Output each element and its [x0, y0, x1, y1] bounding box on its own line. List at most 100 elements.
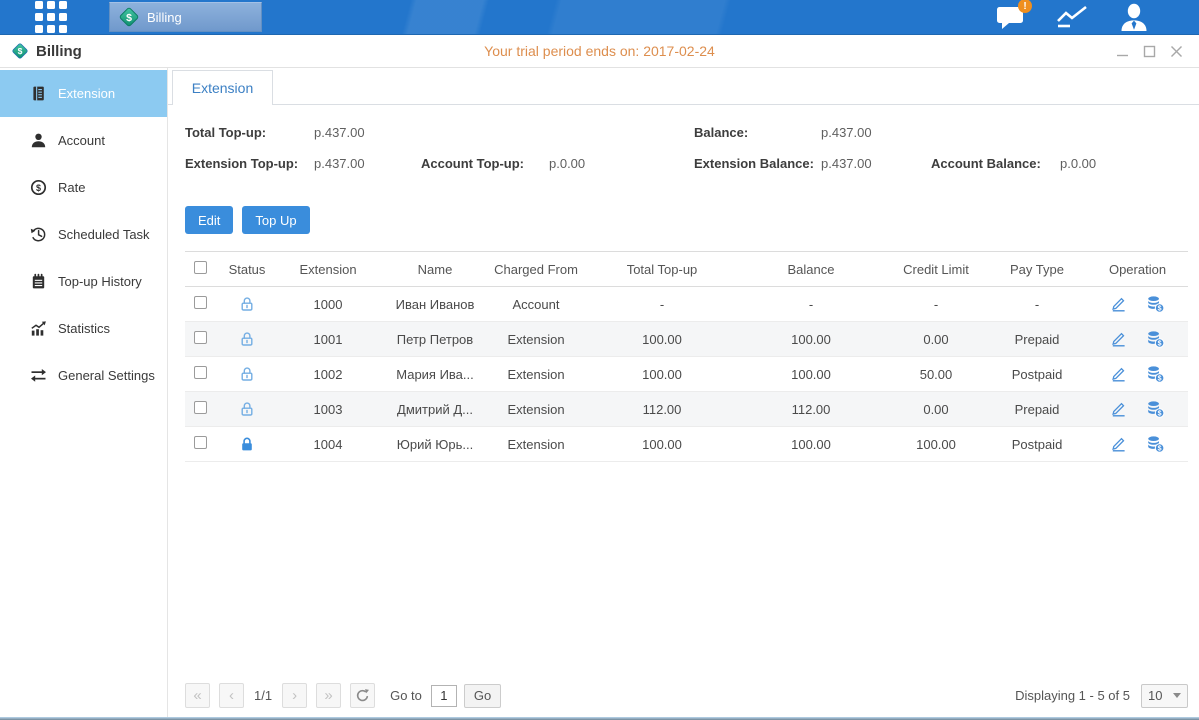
bar-chart-arrow-icon	[30, 320, 47, 337]
svg-text:$: $	[36, 183, 41, 193]
cell-pay-type: Postpaid	[987, 367, 1087, 382]
row-checkbox[interactable]	[194, 366, 207, 379]
go-button[interactable]: Go	[464, 684, 501, 708]
cell-name: Мария Ива...	[385, 367, 485, 382]
summary-value: p.437.00	[314, 125, 421, 140]
prev-page-button[interactable]: ‹	[219, 683, 244, 708]
cell-balance: 112.00	[737, 402, 885, 417]
row-checkbox[interactable]	[194, 331, 207, 344]
summary-value: p.437.00	[821, 156, 931, 171]
topup-icon[interactable]: $	[1146, 295, 1165, 313]
cell-extension: 1002	[271, 367, 385, 382]
cell-total-topup: 100.00	[587, 332, 737, 347]
column-header-pay-type: Pay Type	[987, 262, 1087, 277]
summary-value: p.0.00	[549, 156, 694, 171]
next-page-button[interactable]: ›	[282, 683, 307, 708]
row-checkbox[interactable]	[194, 436, 207, 449]
edit-icon[interactable]	[1110, 295, 1127, 313]
cell-total-topup: 100.00	[587, 367, 737, 382]
table-body: 1000 Иван Иванов Account - - - -	[185, 287, 1188, 462]
cell-extension: 1003	[271, 402, 385, 417]
edit-icon[interactable]	[1110, 330, 1127, 348]
cell-pay-type: Postpaid	[987, 437, 1087, 452]
edit-icon[interactable]	[1110, 365, 1127, 383]
close-icon[interactable]	[1170, 45, 1183, 58]
sidebar-item-extension[interactable]: Extension	[0, 70, 167, 117]
sidebar-item-general-settings[interactable]: General Settings	[0, 352, 167, 399]
cell-credit-limit: 0.00	[885, 402, 987, 417]
sidebar-item-scheduled-task[interactable]: Scheduled Task	[0, 211, 167, 258]
summary-label: Account Top-up:	[421, 156, 549, 171]
topup-icon[interactable]: $	[1146, 400, 1165, 418]
cell-operation: $	[1087, 295, 1188, 313]
taskbar-item-billing[interactable]: $ Billing	[109, 2, 262, 32]
sidebar-item-label: General Settings	[58, 368, 155, 383]
cell-extension: 1004	[271, 437, 385, 452]
dollar-circle-icon: $	[30, 179, 47, 196]
lock-unlocked-icon[interactable]	[239, 366, 255, 382]
chevron-down-icon	[1173, 693, 1181, 698]
table-row: 1003 Дмитрий Д... Extension 112.00 112.0…	[185, 392, 1188, 427]
window-title: $ Billing	[11, 42, 82, 60]
sidebar-item-account[interactable]: Account	[0, 117, 167, 164]
minimize-icon[interactable]	[1116, 45, 1129, 58]
table-header: Status Extension Name Charged From Total…	[185, 252, 1188, 287]
action-buttons: Edit Top Up	[185, 206, 1188, 234]
sidebar-item-statistics[interactable]: Statistics	[0, 305, 167, 352]
refresh-icon	[355, 688, 370, 703]
edit-icon[interactable]	[1110, 435, 1127, 453]
sidebar-item-label: Scheduled Task	[58, 227, 150, 242]
lock-locked-icon[interactable]	[239, 436, 255, 452]
column-header-balance: Balance	[737, 262, 885, 277]
row-checkbox[interactable]	[194, 296, 207, 309]
column-header-credit-limit: Credit Limit	[885, 262, 987, 277]
cell-balance: 100.00	[737, 437, 885, 452]
cell-pay-type: Prepaid	[987, 402, 1087, 417]
tab-extension[interactable]: Extension	[172, 70, 273, 105]
window-header: Your trial period ends on: 2017-02-24 $ …	[0, 35, 1199, 68]
svg-text:$: $	[18, 46, 23, 56]
billing-diamond-icon: $	[118, 6, 140, 28]
displaying-text: Displaying 1 - 5 of 5	[1015, 688, 1130, 703]
page-size-dropdown[interactable]: 10	[1141, 684, 1188, 708]
lock-unlocked-icon[interactable]	[239, 401, 255, 417]
svg-text:$: $	[1158, 341, 1162, 348]
cell-credit-limit: -	[885, 297, 987, 312]
topup-icon[interactable]: $	[1146, 435, 1165, 453]
resource-monitor-icon[interactable]	[1055, 4, 1089, 30]
user-account-icon[interactable]	[1119, 3, 1149, 31]
last-page-button[interactable]: »	[316, 683, 341, 708]
sidebar-item-label: Top-up History	[58, 274, 142, 289]
app-launcher-grid-icon[interactable]	[35, 1, 67, 33]
sidebar-item-rate[interactable]: $ Rate	[0, 164, 167, 211]
cell-operation: $	[1087, 365, 1188, 383]
sidebar-item-topup-history[interactable]: Top-up History	[0, 258, 167, 305]
topup-icon[interactable]: $	[1146, 365, 1165, 383]
lock-unlocked-icon[interactable]	[239, 296, 255, 312]
refresh-button[interactable]	[350, 683, 375, 708]
cell-name: Юрий Юрь...	[385, 437, 485, 452]
cell-credit-limit: 100.00	[885, 437, 987, 452]
cell-total-topup: -	[587, 297, 737, 312]
edit-button[interactable]: Edit	[185, 206, 233, 234]
cell-credit-limit: 50.00	[885, 367, 987, 382]
tab-strip: Extension	[168, 68, 1199, 105]
cell-total-topup: 100.00	[587, 437, 737, 452]
goto-page-input[interactable]	[431, 685, 457, 707]
svg-text:$: $	[1158, 376, 1162, 383]
row-checkbox[interactable]	[194, 401, 207, 414]
content-area: Extension Account $ Rate	[0, 68, 1199, 717]
page-indicator: 1/1	[254, 688, 272, 703]
svg-text:$: $	[126, 12, 132, 24]
column-header-operation: Operation	[1087, 262, 1188, 277]
first-page-button[interactable]: «	[185, 683, 210, 708]
summary-value: p.437.00	[314, 156, 421, 171]
summary-label: Extension Top-up:	[185, 156, 314, 171]
messages-icon[interactable]: !	[996, 4, 1025, 30]
maximize-icon[interactable]	[1143, 45, 1156, 58]
topup-icon[interactable]: $	[1146, 330, 1165, 348]
edit-icon[interactable]	[1110, 400, 1127, 418]
top-up-button[interactable]: Top Up	[242, 206, 309, 234]
lock-unlocked-icon[interactable]	[239, 331, 255, 347]
select-all-checkbox[interactable]	[194, 261, 207, 274]
